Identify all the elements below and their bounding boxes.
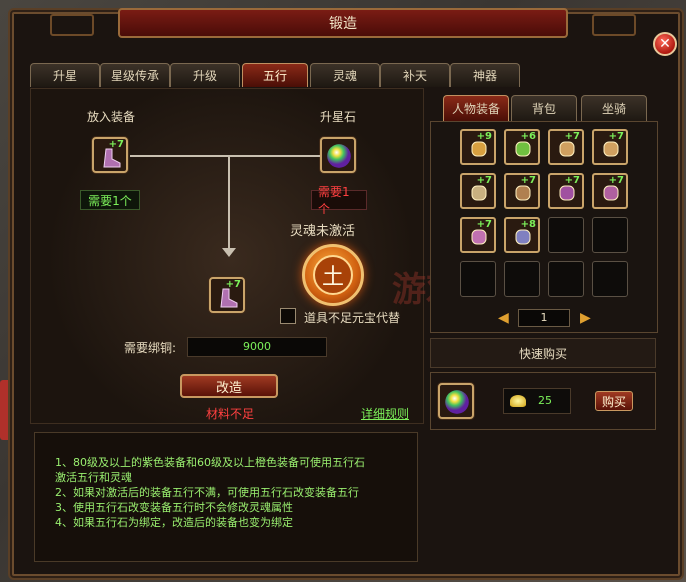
prev-page-arrow-icon[interactable]: ◀ [498, 310, 509, 326]
inventory-slot[interactable]: +7 [592, 173, 628, 209]
equip-slot[interactable]: +7 [92, 137, 128, 173]
inventory-slot[interactable]: +7 [548, 173, 584, 209]
price-box: 25 [503, 388, 571, 414]
star-stone-label: 升星石 [320, 110, 357, 124]
empty-inventory-slot[interactable] [592, 217, 628, 253]
inventory-slot[interactable]: +7 [504, 173, 540, 209]
price-value: 25 [538, 394, 552, 407]
soul-status: 灵魂未激活 [290, 224, 356, 239]
orb-icon [445, 390, 469, 414]
arrow-down-icon [222, 248, 236, 257]
next-page-arrow-icon[interactable]: ▶ [580, 310, 591, 326]
tab-mount[interactable]: 坐骑 [581, 95, 647, 121]
gloves-icon [559, 185, 575, 201]
help-line: 3、使用五行石改变装备五行时不会修改灵魂属性 [55, 501, 293, 514]
empty-inventory-slot[interactable] [548, 217, 584, 253]
help-text-box: 1、80级及以上的紫色装备和60级及以上橙色装备可使用五行石 激活五行和灵魂 2… [34, 432, 418, 562]
tab-star-inherit[interactable]: 星级传承 [100, 63, 170, 87]
helmet-icon [471, 185, 487, 201]
copper-label: 需要绑铜: [124, 341, 177, 355]
connector-line [130, 155, 320, 157]
tab-artifact[interactable]: 神器 [450, 63, 520, 87]
boots-icon [603, 185, 619, 201]
inventory-slot[interactable]: +7 [592, 129, 628, 165]
window-title: 锻造 [50, 8, 636, 38]
boots-icon [471, 229, 487, 245]
shop-item-slot[interactable] [438, 383, 474, 419]
substitute-label: 道具不足元宝代替 [304, 311, 401, 325]
inventory-slot[interactable]: +6 [504, 129, 540, 165]
orb-icon [327, 144, 351, 168]
page-number: 1 [518, 309, 570, 327]
inventory-slot[interactable]: +7 [548, 129, 584, 165]
tab-backpack[interactable]: 背包 [511, 95, 577, 121]
boots-icon [220, 288, 238, 308]
result-slot: +7 [209, 277, 245, 313]
empty-inventory-slot[interactable] [592, 261, 628, 297]
tab-soul[interactable]: 灵魂 [310, 63, 380, 87]
copper-cost-field: 9000 [187, 337, 327, 357]
quick-buy-header: 快速购买 [430, 338, 656, 368]
element-emblem: 土 [302, 244, 364, 306]
inventory-slot[interactable]: +9 [460, 129, 496, 165]
tab-character-equip[interactable]: 人物装备 [443, 95, 509, 121]
inventory-slot[interactable]: +8 [504, 217, 540, 253]
help-line: 2、如果对激活后的装备五行不满，可使用五行石改变装备五行 [55, 486, 359, 499]
boots-icon [103, 148, 121, 168]
empty-inventory-slot[interactable] [460, 261, 496, 297]
forge-button[interactable]: 改造 [180, 374, 278, 398]
help-line: 激活五行和灵魂 [55, 471, 132, 484]
close-icon: ✕ [659, 36, 671, 52]
empty-inventory-slot[interactable] [548, 261, 584, 297]
insufficient-material-text: 材料不足 [206, 407, 255, 421]
ingot-icon [510, 395, 526, 407]
help-line: 4、如果五行石为绑定，改造后的装备也变为绑定 [55, 516, 293, 529]
armor-icon [515, 185, 531, 201]
inventory-slot[interactable]: +7 [460, 217, 496, 253]
rules-link[interactable]: 详细规则 [361, 405, 409, 422]
substitute-checkbox[interactable] [280, 308, 296, 324]
earth-element-icon: 土 [313, 255, 353, 295]
belt-icon [515, 229, 531, 245]
tab-upgrade-star[interactable]: 升星 [30, 63, 100, 87]
ring-icon [559, 141, 575, 157]
buy-button[interactable]: 购买 [595, 391, 633, 411]
put-equip-label: 放入装备 [87, 110, 136, 124]
empty-inventory-slot[interactable] [504, 261, 540, 297]
help-line: 1、80级及以上的紫色装备和60级及以上橙色装备可使用五行石 [55, 456, 365, 469]
tab-mend-sky[interactable]: 补天 [380, 63, 450, 87]
need-equip-box: 需要1个 [80, 190, 140, 210]
tab-five-elements[interactable]: 五行 [242, 63, 308, 87]
connector-line [228, 155, 230, 251]
star-stone-slot[interactable] [320, 137, 356, 173]
need-stone-box: 需要1个 [311, 185, 367, 216]
tab-level-up[interactable]: 升级 [170, 63, 240, 87]
inventory-slot[interactable]: +7 [460, 173, 496, 209]
weapon-icon [471, 141, 487, 157]
close-button[interactable]: ✕ [653, 32, 677, 56]
ring-icon [603, 141, 619, 157]
necklace-icon [515, 141, 531, 157]
